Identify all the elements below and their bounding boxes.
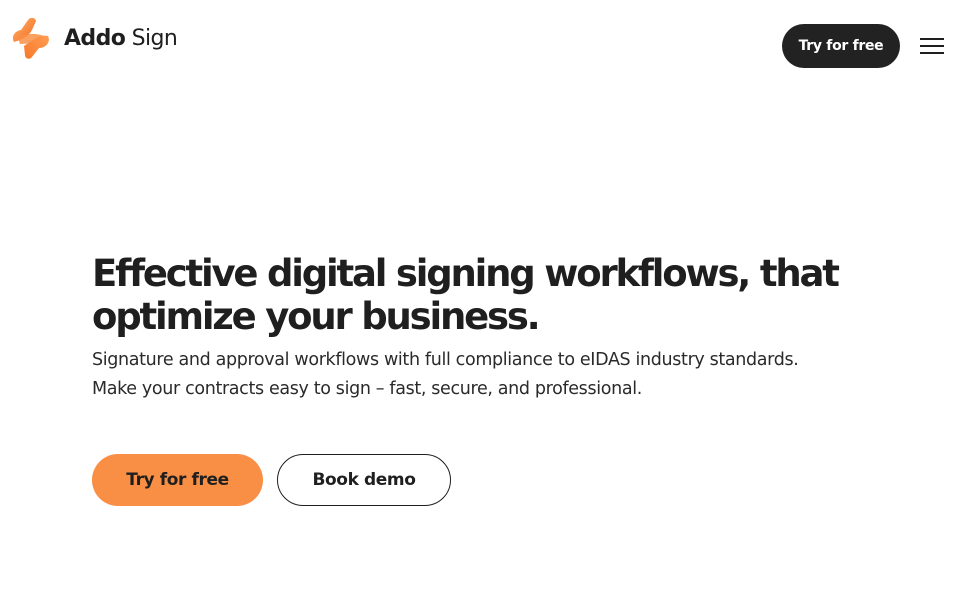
hero-title: Effective digital signing workflows, tha… (92, 252, 840, 338)
hero-cta-row: Try for free Book demo (92, 454, 451, 506)
menu-bar (920, 38, 944, 40)
menu-bar (920, 45, 944, 47)
addo-logo-icon (12, 17, 49, 59)
menu-bar (920, 52, 944, 54)
brand-name: Addo Sign (64, 25, 178, 51)
brand-name-secondary: Sign (131, 25, 178, 51)
logo-link[interactable]: Addo Sign (8, 16, 178, 60)
book-demo-button[interactable]: Book demo (277, 454, 451, 506)
header-try-for-free-button[interactable]: Try for free (782, 24, 900, 68)
try-for-free-button[interactable]: Try for free (92, 454, 263, 506)
page: Addo Sign Try for free Effective digital… (0, 0, 960, 600)
site-header: Addo Sign Try for free (0, 0, 960, 90)
hero-section: Effective digital signing workflows, tha… (92, 252, 852, 404)
brand-name-primary: Addo (64, 25, 126, 51)
hero-subtitle: Signature and approval workflows with fu… (92, 350, 799, 399)
hamburger-menu-icon[interactable] (914, 32, 950, 60)
